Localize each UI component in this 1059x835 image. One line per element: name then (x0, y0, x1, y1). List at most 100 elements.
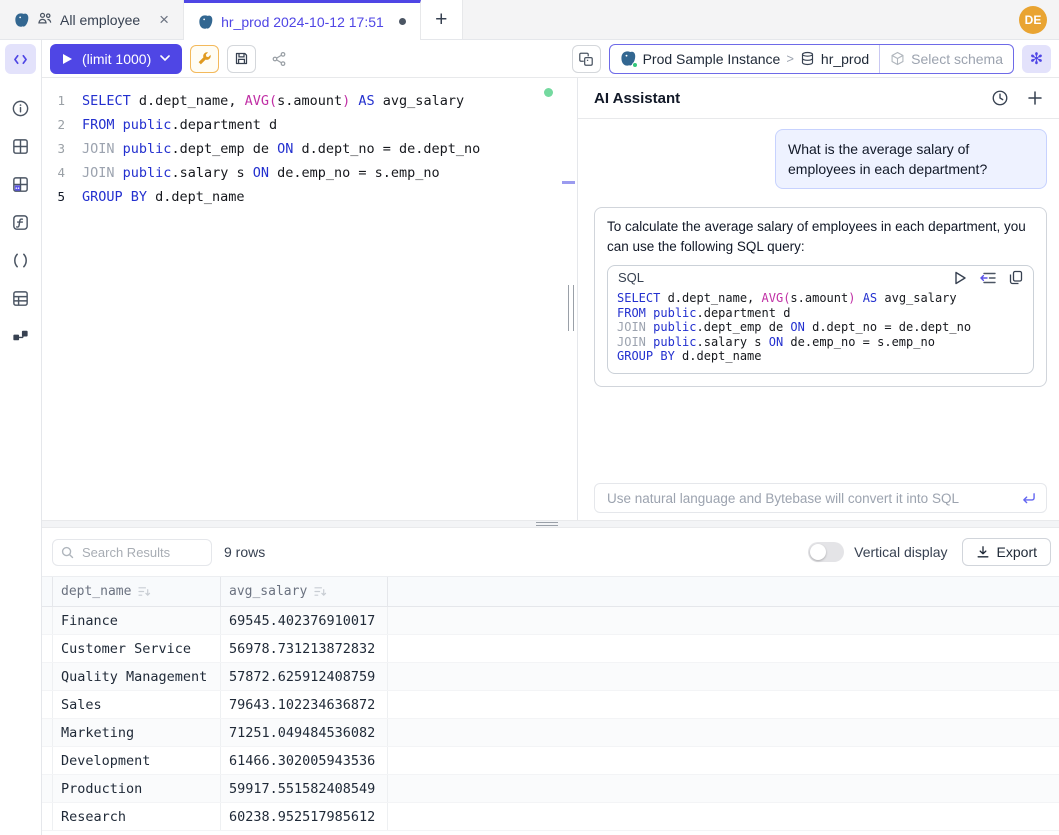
line-number: 5 (42, 185, 82, 209)
grid-left-spacer (42, 691, 52, 718)
table-cell[interactable]: 59917.551582408549 (220, 775, 388, 802)
assistant-code-line: SELECT d.dept_name, AVG(s.amount) AS avg… (617, 291, 1023, 306)
sql-editor-toggle-button[interactable] (5, 44, 36, 74)
table-cell[interactable]: 71251.049484536082 (220, 719, 388, 746)
sort-icon[interactable] (138, 586, 151, 597)
close-icon[interactable]: × (159, 11, 169, 28)
grid-left-spacer (42, 635, 52, 662)
code-language-label: SQL (618, 270, 941, 285)
horizontal-split-handle[interactable] (536, 522, 558, 526)
table-cell[interactable]: 61466.302005943536 (220, 747, 388, 774)
table-cell[interactable]: 56978.731213872832 (220, 635, 388, 662)
sql-editor[interactable]: 1SELECT d.dept_name, AVG(s.amount) AS av… (42, 78, 578, 520)
search-results-input[interactable] (80, 544, 190, 561)
grid-left-spacer (42, 577, 52, 606)
editor-line: 1SELECT d.dept_name, AVG(s.amount) AS av… (42, 89, 577, 113)
horizontal-split-divider[interactable] (42, 520, 1059, 528)
save-sheet-button[interactable] (227, 45, 256, 73)
postgres-icon (620, 50, 637, 67)
sql-code-block: SQL (607, 265, 1034, 374)
table-cell[interactable]: Finance (52, 607, 220, 634)
table-cell[interactable]: 57872.625912408759 (220, 663, 388, 690)
table-cell[interactable]: 79643.102234636872 (220, 691, 388, 718)
worksheet-panels-button[interactable] (572, 45, 601, 73)
grid-left-spacer (42, 719, 52, 746)
editor-line: 3JOIN public.dept_emp de ON d.dept_no = … (42, 137, 577, 161)
column-label: avg_salary (229, 584, 307, 599)
table-row[interactable]: Sales79643.102234636872 (42, 691, 1059, 719)
instance-database-selector[interactable]: Prod Sample Instance > hr_prod (610, 45, 880, 73)
wrench-settings-button[interactable] (190, 45, 219, 73)
sheet-rows-icon[interactable] (9, 286, 33, 310)
new-tab-button[interactable]: + (421, 0, 463, 39)
table-cell[interactable]: Customer Service (52, 635, 220, 662)
vertical-split-handle[interactable] (568, 285, 574, 331)
run-code-icon[interactable] (954, 271, 967, 285)
download-icon (976, 545, 990, 559)
toggle-knob (810, 544, 826, 560)
tab-hr-prod[interactable]: hr_prod 2024-10-12 17:51 (184, 0, 421, 40)
connection-picker: Prod Sample Instance > hr_prod Select sc… (609, 44, 1014, 74)
table-cell[interactable]: Marketing (52, 719, 220, 746)
history-clock-icon[interactable] (991, 89, 1009, 107)
new-chat-plus-icon[interactable] (1027, 90, 1043, 106)
tab-bar: All employee × hr_prod 2024-10-12 17:51 … (0, 0, 1059, 40)
table-cell[interactable]: Production (52, 775, 220, 802)
schema-diagram-icon[interactable] (9, 324, 33, 348)
row-filler (388, 775, 1059, 802)
ai-prompt-input[interactable] (605, 490, 1013, 507)
info-icon[interactable] (9, 96, 33, 120)
table-cell[interactable]: Research (52, 803, 220, 830)
data-grid-accent-icon[interactable] (9, 172, 33, 196)
table-row[interactable]: Customer Service56978.731213872832 (42, 635, 1059, 663)
vertical-display-toggle[interactable] (808, 542, 844, 562)
sort-icon[interactable] (314, 586, 327, 597)
ai-assistant-panel: AI Assistant What is the average salary … (578, 78, 1059, 520)
parentheses-icon[interactable] (9, 248, 33, 272)
worksheet-panels-icon (578, 51, 594, 67)
chevron-down-icon (160, 55, 170, 62)
table-cell[interactable]: Development (52, 747, 220, 774)
tab-all-employee[interactable]: All employee × (0, 0, 184, 39)
results-toolbar: 9 rows Vertical display Export (42, 528, 1059, 576)
export-button[interactable]: Export (962, 538, 1051, 566)
table-row[interactable]: Quality Management57872.625912408759 (42, 663, 1059, 691)
run-button-label: (limit 1000) (82, 51, 151, 67)
assistant-code-line: GROUP BY d.dept_name (617, 349, 1023, 364)
results-grid: dept_name avg_salary (42, 576, 1059, 835)
database-name: hr_prod (821, 51, 869, 67)
connection-healthy-dot (544, 88, 553, 97)
row-filler (388, 607, 1059, 634)
grid-left-spacer (42, 803, 52, 830)
table-row[interactable]: Research60238.952517985612 (42, 803, 1059, 831)
table-row[interactable]: Finance69545.402376910017 (42, 607, 1059, 635)
breadcrumb-separator: > (786, 51, 794, 66)
table-row[interactable]: Development61466.302005943536 (42, 747, 1059, 775)
user-avatar[interactable]: DE (1019, 6, 1047, 34)
table-row[interactable]: Marketing71251.049484536082 (42, 719, 1059, 747)
function-icon[interactable] (9, 210, 33, 234)
instance-name: Prod Sample Instance (643, 51, 781, 67)
table-row[interactable]: Production59917.551582408549 (42, 775, 1059, 803)
submit-return-icon[interactable] (1021, 492, 1036, 505)
copy-icon[interactable] (1009, 270, 1023, 285)
grid-left-spacer (42, 607, 52, 634)
vertical-display-label: Vertical display (854, 544, 947, 560)
insert-into-editor-icon[interactable] (980, 271, 996, 285)
results-search-box (52, 539, 212, 566)
assistant-code-line: JOIN public.dept_emp de ON d.dept_no = d… (617, 320, 1023, 335)
ai-assistant-button[interactable]: ✻ (1022, 45, 1051, 73)
table-grid-icon[interactable] (9, 134, 33, 158)
search-icon (61, 546, 74, 559)
table-cell[interactable]: Quality Management (52, 663, 220, 690)
column-header-dept-name[interactable]: dept_name (52, 577, 220, 606)
schema-selector[interactable]: Select schema (879, 45, 1013, 73)
shared-sheet-icon (37, 10, 53, 29)
column-header-avg-salary[interactable]: avg_salary (220, 577, 388, 606)
run-query-button[interactable]: (limit 1000) (50, 44, 182, 74)
table-cell[interactable]: 69545.402376910017 (220, 607, 388, 634)
table-cell[interactable]: 60238.952517985612 (220, 803, 388, 830)
column-label: dept_name (61, 584, 131, 599)
table-cell[interactable]: Sales (52, 691, 220, 718)
share-sheet-button[interactable] (264, 45, 293, 73)
